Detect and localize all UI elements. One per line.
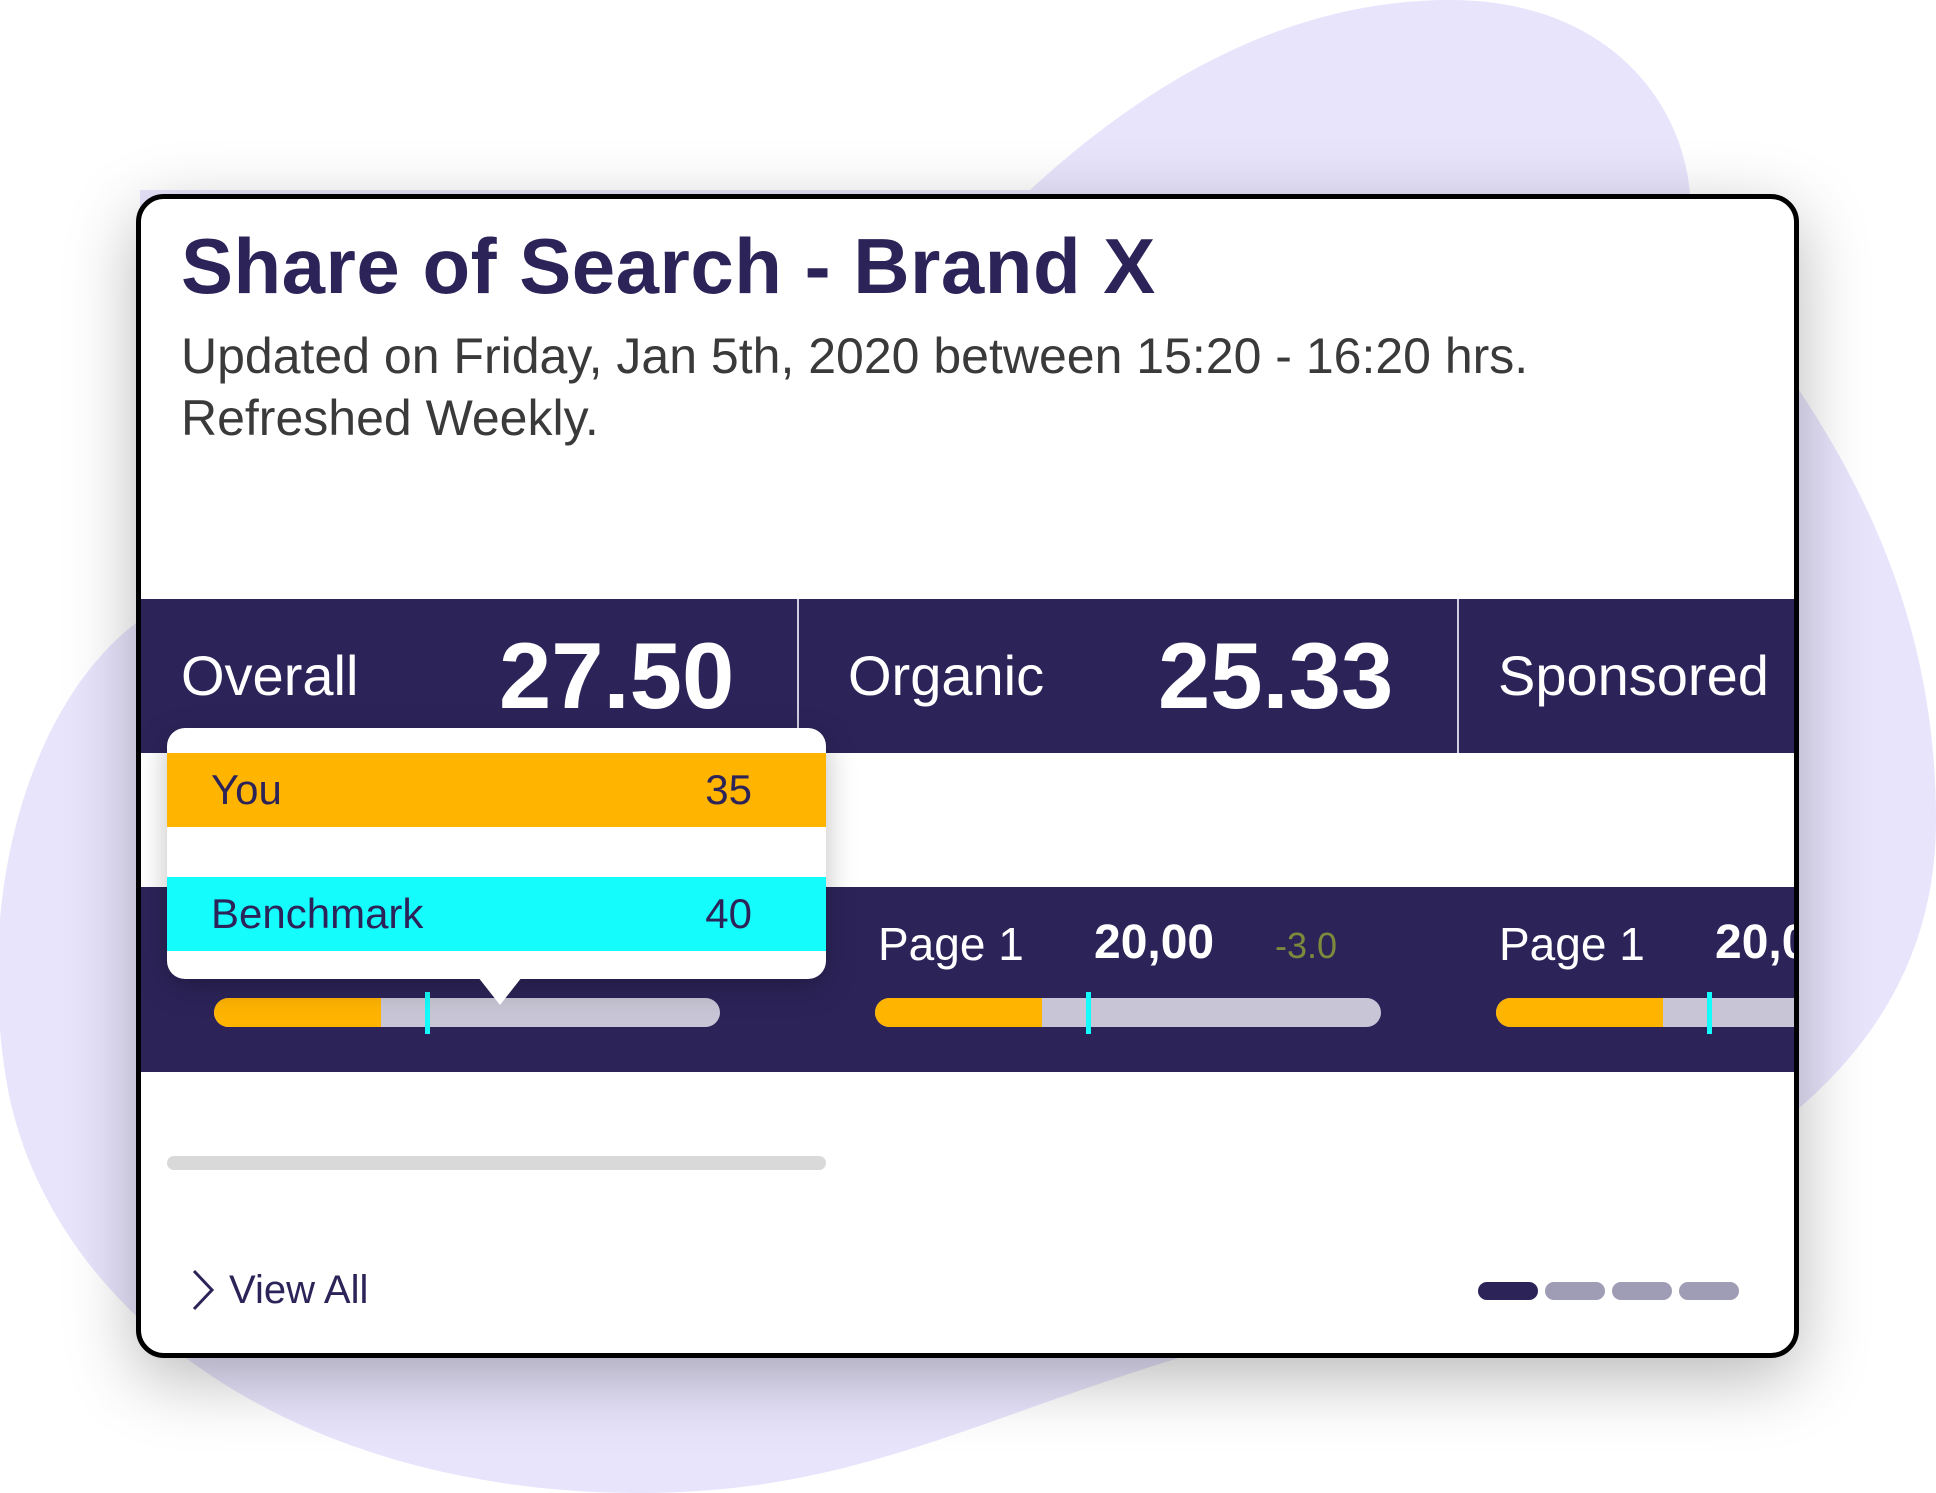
pagination-dot-4[interactable]: [1679, 1282, 1739, 1300]
pagination-dot-1[interactable]: [1478, 1282, 1538, 1300]
progress-bar-organic: [875, 998, 1381, 1027]
tooltip-value: 35: [705, 766, 752, 813]
bar-fill: [214, 998, 381, 1027]
benchmark-marker: [1085, 992, 1091, 1034]
refresh-text: Refreshed Weekly.: [181, 390, 599, 446]
share-of-search-card: Share of Search - Brand X Updated on Fri…: [136, 194, 1799, 1358]
benchmark-marker: [424, 992, 430, 1034]
comparison-tooltip: You 35 Benchmark 40: [167, 728, 826, 1005]
chevron-right-icon: [192, 1269, 215, 1311]
placeholder-line: [167, 1156, 826, 1170]
page-delta-organic: -3.0: [1275, 925, 1338, 966]
page-value-organic: 20,00: [1094, 916, 1215, 969]
pagination-dot-2[interactable]: [1545, 1282, 1605, 1300]
page-label-organic: Page 1: [878, 918, 1024, 970]
view-all-label: View All: [229, 1267, 369, 1312]
progress-bar-overall: [214, 998, 720, 1027]
update-info: Updated on Friday, Jan 5th, 2020 between…: [181, 325, 1528, 449]
metric-value-organic: 25.33: [1158, 623, 1394, 728]
page-label-sponsored: Page 1: [1499, 918, 1645, 970]
metric-label-organic: Organic: [848, 644, 1045, 707]
bar-fill: [875, 998, 1042, 1027]
tooltip-row-benchmark: Benchmark 40: [167, 877, 826, 951]
metric-label-sponsored: Sponsored: [1498, 644, 1769, 707]
tooltip-label: You: [211, 766, 282, 813]
page-title: Share of Search - Brand X: [181, 222, 1156, 310]
progress-bar-sponsored: [1496, 998, 1794, 1027]
tooltip-row-you: You 35: [167, 753, 826, 827]
updated-text: Updated on Friday, Jan 5th, 2020 between…: [181, 328, 1529, 384]
benchmark-marker: [1706, 992, 1712, 1034]
tooltip-arrow: [478, 977, 522, 1005]
page-value-sponsored: 20,0: [1715, 916, 1794, 969]
view-all-link[interactable]: View All: [191, 1265, 368, 1315]
tooltip-value: 40: [705, 890, 752, 937]
pagination-dot-3[interactable]: [1612, 1282, 1672, 1300]
divider: [1457, 599, 1459, 753]
bar-fill: [1496, 998, 1663, 1027]
tooltip-label: Benchmark: [211, 890, 424, 937]
pagination-dots: [1478, 1282, 1739, 1300]
